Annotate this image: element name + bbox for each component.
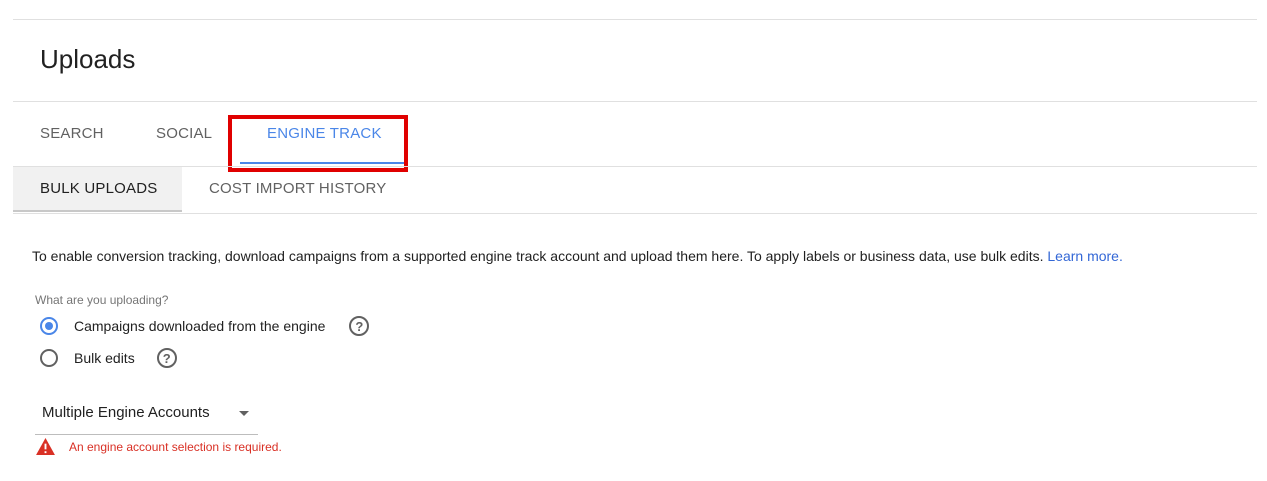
caret-down-icon [239,411,249,416]
radio-option-campaigns[interactable]: Campaigns downloaded from the engine ? [40,316,370,336]
engine-account-value: Multiple Engine Accounts [42,404,210,421]
warning-icon [36,438,55,455]
tabs-divider [13,166,1257,167]
subtab-cost-import-history[interactable]: COST IMPORT HISTORY [209,180,386,197]
error-message: An engine account selection is required. [69,439,282,454]
upload-type-question: What are you uploading? [35,293,169,307]
page-title: Uploads [40,44,136,74]
top-divider [13,19,1257,20]
radio-campaigns[interactable] [40,317,58,335]
tab-search[interactable]: SEARCH [40,125,104,142]
help-icon[interactable]: ? [156,348,177,368]
radio-bulk-edits[interactable] [40,349,58,367]
subtab-bulk-uploads[interactable]: BULK UPLOADS [40,180,157,197]
radio-option-bulk-edits[interactable]: Bulk edits ? [40,348,177,368]
radio-label-bulk-edits[interactable]: Bulk edits [74,350,135,366]
description: To enable conversion tracking, download … [32,248,1123,264]
tab-social[interactable]: SOCIAL [156,125,212,142]
subtabs-divider [13,213,1257,214]
engine-account-error: An engine account selection is required. [36,438,282,455]
title-divider [13,101,1257,102]
highlight-box [228,115,408,172]
engine-account-dropdown[interactable]: Multiple Engine Accounts [35,398,258,435]
radio-label-campaigns[interactable]: Campaigns downloaded from the engine [74,318,325,334]
description-text: To enable conversion tracking, download … [32,248,1048,264]
learn-more-link[interactable]: Learn more. [1047,248,1122,264]
help-icon[interactable]: ? [349,316,370,336]
